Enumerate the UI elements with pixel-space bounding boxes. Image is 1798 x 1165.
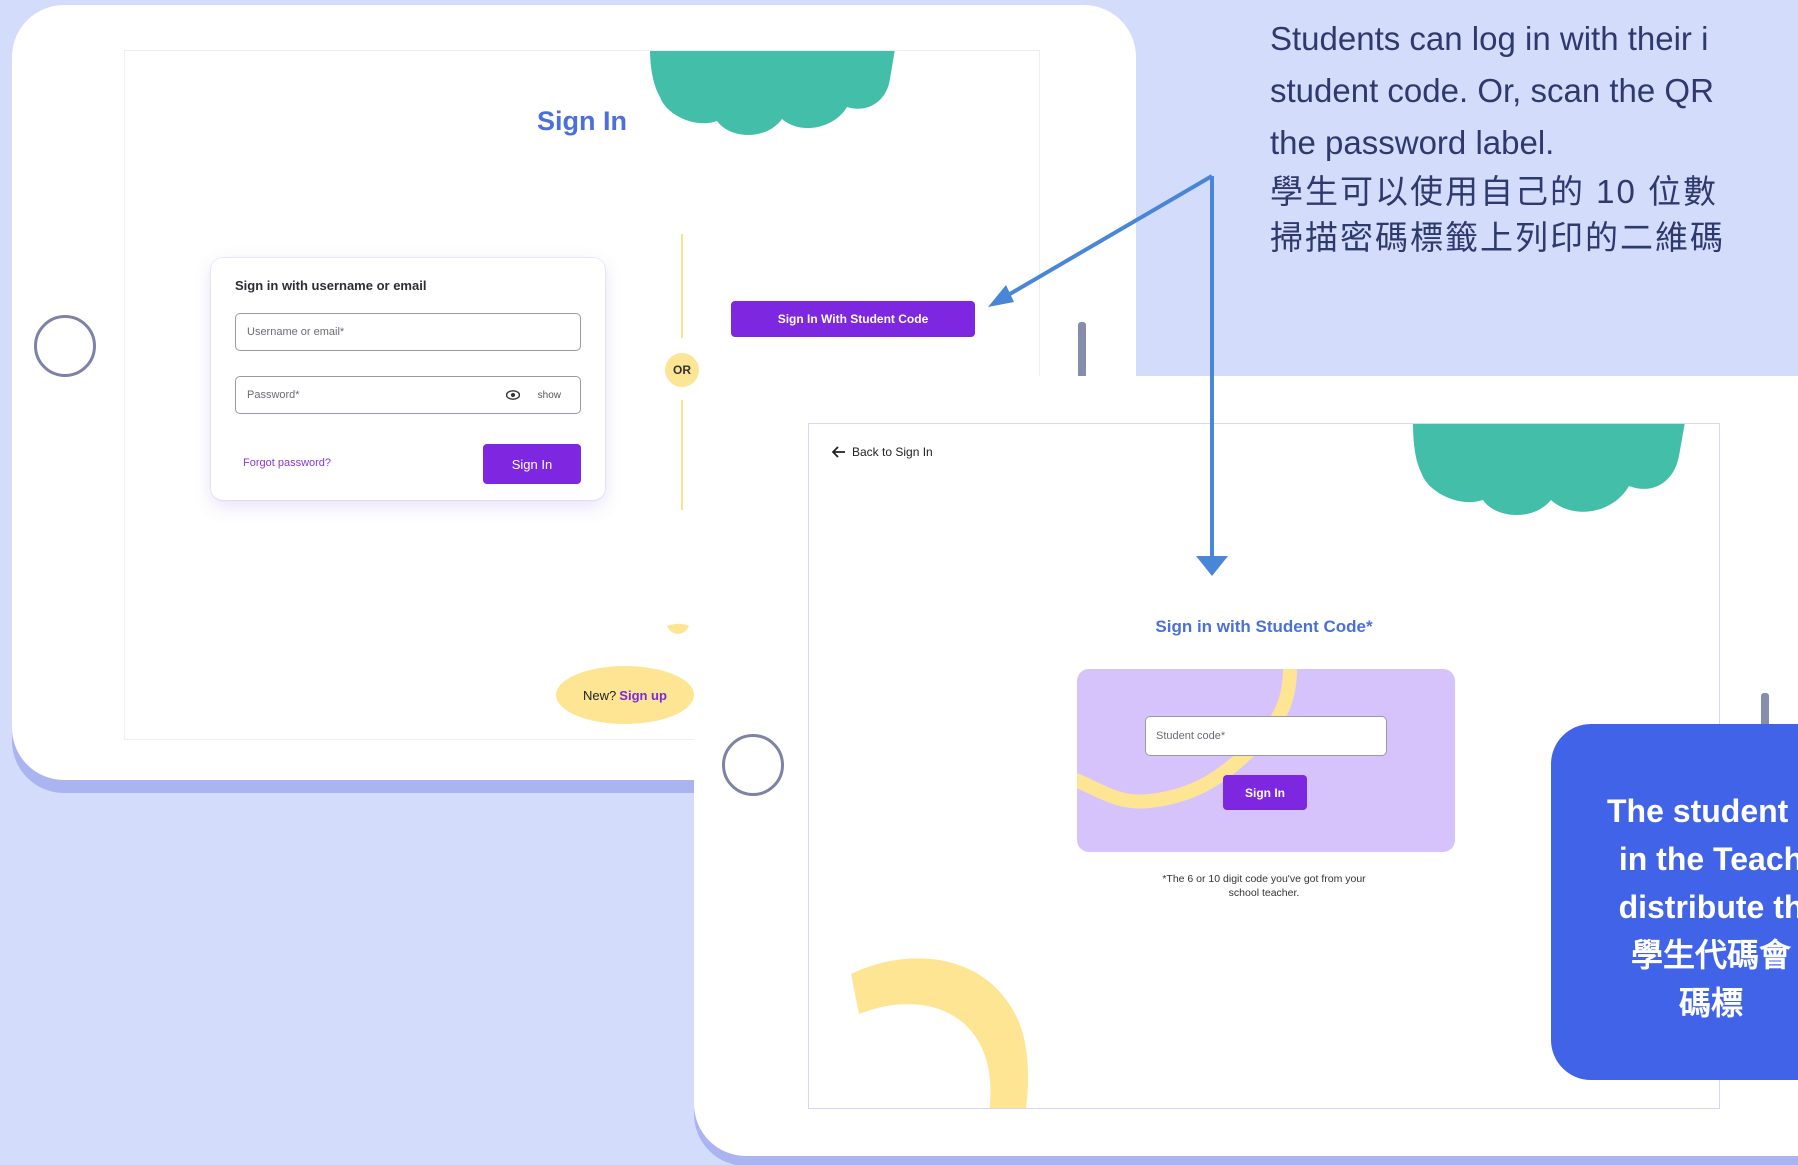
arrow-to-student-code-button — [1001, 174, 1214, 300]
annotation-arrows — [988, 174, 1228, 576]
arrowhead-left — [988, 285, 1014, 307]
arrowhead-down — [1196, 556, 1228, 576]
